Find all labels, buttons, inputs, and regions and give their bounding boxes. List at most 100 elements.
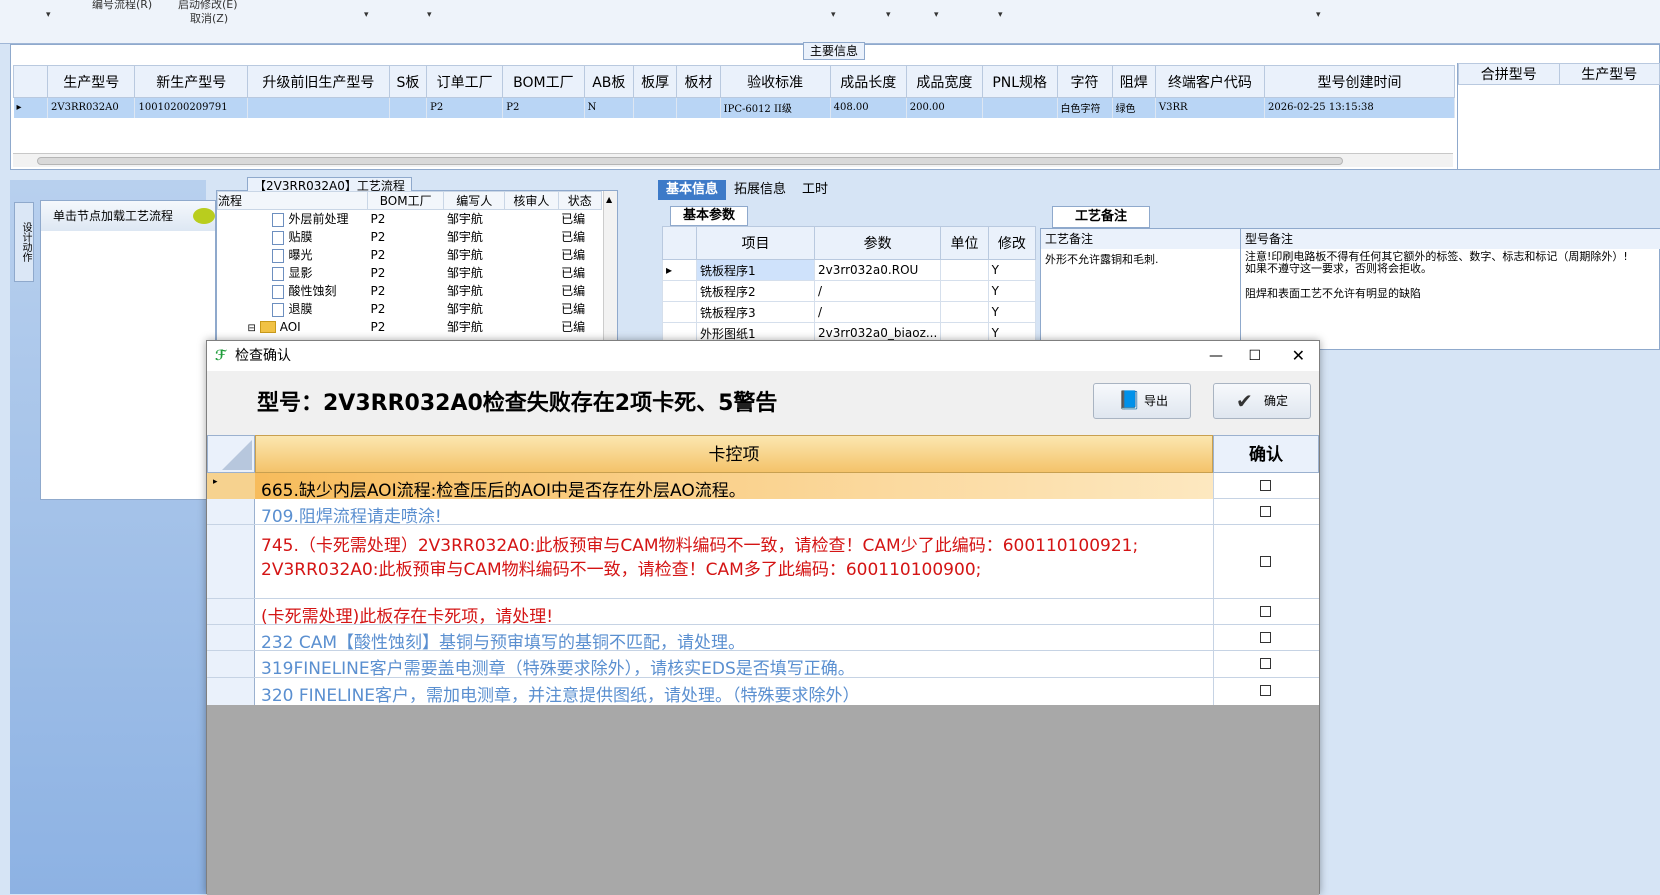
flow-row[interactable]: 显影 P2 邹宇航 已编 <box>218 264 602 282</box>
table-cell[interactable] <box>982 97 1058 118</box>
export-button[interactable]: 📘 导出 <box>1093 383 1191 419</box>
column-header[interactable]: 参数 <box>813 226 942 260</box>
table-cell[interactable]: 绿色 <box>1112 97 1156 118</box>
column-header[interactable]: 编写人 <box>443 191 506 210</box>
confirm-checkbox[interactable] <box>1260 506 1271 517</box>
param-cell[interactable] <box>940 280 989 302</box>
menu-item-flow[interactable]: 编号流程(R) <box>92 0 152 12</box>
param-cell[interactable] <box>940 301 989 323</box>
model-remark-text[interactable]: 注意!印刷电路板不得有任何其它额外的标签、数字、标志和标记（周期除外）!如果不遵… <box>1241 249 1641 277</box>
side-tab[interactable]: 设计动作 <box>14 202 34 282</box>
dropdown-arrow-icon[interactable]: ▾ <box>1316 10 1321 20</box>
confirm-checkbox[interactable] <box>1260 556 1271 567</box>
horizontal-scrollbar[interactable] <box>13 153 1453 167</box>
subtab-basic-params[interactable]: 基本参数 <box>670 206 749 226</box>
table-row[interactable]: (卡死需处理)此板存在卡死项，请处理! <box>207 599 1319 627</box>
column-header[interactable]: 终端客户代码 <box>1154 65 1266 98</box>
table-cell[interactable]: 200.00 <box>906 97 983 118</box>
table-cell[interactable] <box>389 97 428 118</box>
dropdown-arrow-icon[interactable]: ▾ <box>364 10 369 20</box>
table-row[interactable]: 232 CAM【酸性蚀刻】基铜与预审填写的基铜不匹配，请处理。 <box>207 625 1319 653</box>
tab-process-remark[interactable]: 工艺备注 <box>1052 206 1151 228</box>
table-cell[interactable]: IPC-6012 II级 <box>720 97 831 118</box>
param-row[interactable]: 铣板程序3/ Y <box>662 301 1037 323</box>
column-header[interactable]: 确认 <box>1213 435 1319 473</box>
table-cell[interactable]: 2026-02-25 13:15:38 <box>1264 97 1455 118</box>
expand-icon[interactable]: ⊟ <box>248 323 256 334</box>
column-header[interactable]: 核审人 <box>504 191 559 210</box>
table-row[interactable]: ▸ 665.缺少内层AOI流程:检查压后的AOI中是否存在外层AO流程。 <box>207 473 1319 501</box>
minimize-icon[interactable]: — <box>1209 341 1223 371</box>
column-header[interactable]: 流程 <box>217 191 368 210</box>
model-remark-text[interactable]: 阻焊和表面工艺不允许有明显的缺陷 <box>1241 277 1660 301</box>
flow-row[interactable]: ⊟ AOI P2 邹宇航 已编 <box>218 318 602 336</box>
table-row[interactable]: 709.阻焊流程请走喷涂! <box>207 499 1319 527</box>
table-row[interactable]: 745.（卡死需处理）2V3RR032A0:此板预审与CAM物料编码不一致，请检… <box>207 525 1319 599</box>
table-cell[interactable] <box>633 97 678 118</box>
flow-row[interactable]: 曝光 P2 邹宇航 已编 <box>218 246 602 264</box>
param-cell[interactable] <box>940 259 989 281</box>
param-cell[interactable]: Y <box>987 280 1037 302</box>
table-cell[interactable]: P2 <box>426 97 504 118</box>
menu-item-cancel[interactable]: 取消(Z) <box>190 10 228 26</box>
tab-work-hours[interactable]: 工时 <box>794 180 836 200</box>
dropdown-arrow-icon[interactable]: ▾ <box>934 10 939 20</box>
column-header[interactable]: 验收标准 <box>719 65 831 98</box>
scrollbar-thumb[interactable] <box>37 157 1343 165</box>
table-cell[interactable] <box>676 97 721 118</box>
param-cell[interactable]: / <box>813 301 942 323</box>
table-cell[interactable]: 白色字符 <box>1057 97 1113 118</box>
table-row[interactable]: ▸ 2V3RR032A0 10010200209791 P2 P2 N IPC-… <box>13 97 1455 118</box>
param-cell[interactable]: 铣板程序2 <box>696 280 815 302</box>
table-cell[interactable]: P2 <box>502 97 585 118</box>
column-header[interactable]: 板厚 <box>632 65 678 98</box>
column-header[interactable]: S板 <box>388 65 428 98</box>
column-header[interactable]: 阻焊 <box>1111 65 1156 98</box>
confirm-checkbox[interactable] <box>1260 632 1271 643</box>
column-header[interactable]: 修改 <box>987 226 1037 260</box>
table-cell[interactable] <box>247 97 390 118</box>
column-header[interactable]: 新生产型号 <box>134 65 249 98</box>
confirm-checkbox[interactable] <box>1260 606 1271 617</box>
flow-row[interactable]: 外层前处理 P2 邹宇航 已编 <box>218 210 602 228</box>
param-row[interactable]: 铣板程序2/ Y <box>662 280 1037 302</box>
column-header[interactable]: 型号创建时间 <box>1264 65 1455 98</box>
param-cell[interactable]: 2v3rr032a0.ROU <box>813 259 942 281</box>
table-cell[interactable]: 2V3RR032A0 <box>47 97 136 118</box>
scroll-up-icon[interactable]: ▲ <box>604 195 612 204</box>
dropdown-arrow-icon[interactable]: ▾ <box>998 10 1003 20</box>
column-header[interactable]: 项目 <box>696 226 815 260</box>
param-cell[interactable]: 铣板程序1 <box>696 259 815 281</box>
column-header[interactable]: BOM工厂 <box>366 191 445 210</box>
dropdown-arrow-icon[interactable]: ▾ <box>427 10 432 20</box>
dropdown-arrow-icon[interactable]: ▾ <box>886 10 891 20</box>
param-cell[interactable]: Y <box>987 301 1037 323</box>
column-header[interactable]: 订单工厂 <box>426 65 504 98</box>
param-row[interactable]: ▸ 铣板程序1 2v3rr032a0.ROU Y <box>662 259 1037 281</box>
column-header[interactable]: 合拼型号 <box>1458 63 1560 85</box>
flow-row[interactable]: 退膜 P2 邹宇航 已编 <box>218 300 602 318</box>
confirm-checkbox[interactable] <box>1260 658 1271 669</box>
column-header[interactable]: 成品宽度 <box>905 65 983 98</box>
tab-extended-info[interactable]: 拓展信息 <box>726 180 794 200</box>
table-row[interactable]: 320 FINELINE客户，需加电测章，并注意提供图纸，请处理。（特殊要求除外… <box>207 678 1319 706</box>
column-header[interactable]: 生产型号 <box>46 65 136 98</box>
column-header[interactable]: PNL规格 <box>981 65 1058 98</box>
tab-basic-info[interactable]: 基本信息 <box>658 180 727 200</box>
maximize-icon[interactable]: ☐ <box>1248 341 1261 371</box>
column-header[interactable]: 字符 <box>1056 65 1113 98</box>
flow-row[interactable]: 贴膜 P2 邹宇航 已编 <box>218 228 602 246</box>
table-cell[interactable]: V3RR <box>1155 97 1266 118</box>
table-cell[interactable]: 10010200209791 <box>134 97 249 118</box>
column-header[interactable]: AB板 <box>583 65 634 98</box>
confirm-checkbox[interactable] <box>1260 480 1271 491</box>
close-icon[interactable]: ✕ <box>1292 341 1305 371</box>
column-header[interactable]: 生产型号 <box>1558 63 1660 85</box>
table-cell[interactable]: N <box>584 97 634 118</box>
column-header[interactable]: 卡控项 <box>255 435 1213 473</box>
column-header[interactable]: 板材 <box>676 65 721 98</box>
confirm-checkbox[interactable] <box>1260 685 1271 696</box>
column-header[interactable]: 状态 <box>557 191 603 210</box>
column-header[interactable]: 成品长度 <box>829 65 907 98</box>
param-cell[interactable]: / <box>813 280 942 302</box>
